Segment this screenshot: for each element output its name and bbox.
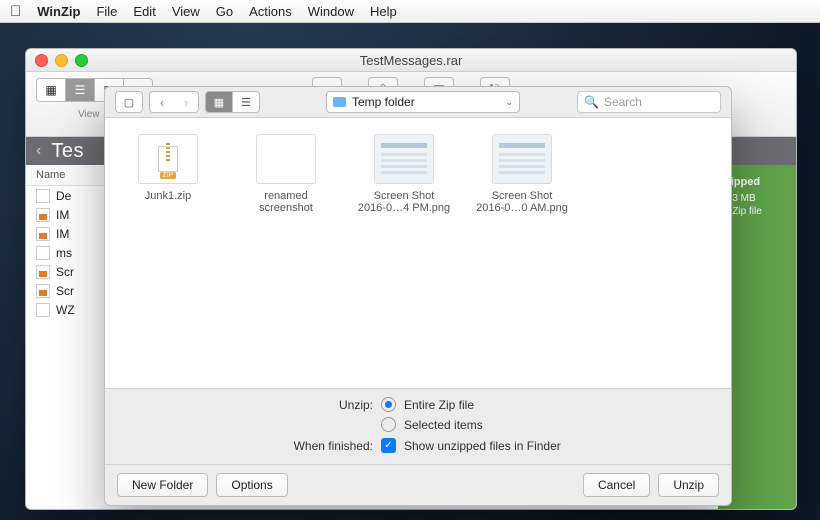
file-item[interactable]: Junk1.zip bbox=[113, 134, 223, 202]
menu-help[interactable]: Help bbox=[370, 4, 397, 19]
new-folder-button[interactable]: New Folder bbox=[117, 473, 208, 497]
radio-entire-zip-label: Entire Zip file bbox=[404, 398, 474, 412]
titlebar: TestMessages.rar bbox=[26, 49, 796, 72]
menu-go[interactable]: Go bbox=[216, 4, 233, 19]
sidebar-size: 3.3 MB bbox=[724, 192, 790, 206]
apple-menu-icon[interactable]:  bbox=[10, 4, 21, 19]
view-icon-2[interactable]: ☰ bbox=[66, 79, 95, 101]
file-item[interactable]: Screen Shot2016-0…0 AM.png bbox=[467, 134, 577, 214]
view-switch[interactable]: ▦ ☰ bbox=[205, 91, 260, 113]
window-title: TestMessages.rar bbox=[26, 53, 796, 68]
image-icon bbox=[36, 265, 50, 279]
checkbox-show-in-finder[interactable]: ✓ bbox=[381, 438, 396, 453]
unzip-sheet: ▢ ‹ › ▦ ☰ Temp folder ⌄ 🔍 Search Junk1.z… bbox=[104, 86, 732, 506]
screenshot-icon bbox=[492, 134, 552, 184]
path-popup[interactable]: Temp folder ⌄ bbox=[326, 91, 520, 113]
unzip-scope-label: Unzip: bbox=[121, 398, 373, 412]
file-icon bbox=[256, 134, 316, 184]
sheet-toolbar: ▢ ‹ › ▦ ☰ Temp folder ⌄ 🔍 Search bbox=[105, 87, 731, 118]
zip-file-icon bbox=[138, 134, 198, 184]
search-placeholder: Search bbox=[604, 95, 642, 109]
breadcrumb: Tes bbox=[51, 140, 84, 163]
menu-window[interactable]: Window bbox=[308, 4, 354, 19]
when-finished-label: When finished: bbox=[121, 439, 373, 453]
file-item[interactable]: renamedscreenshot bbox=[231, 134, 341, 214]
back-chevron-icon[interactable]: ‹ bbox=[36, 142, 41, 160]
search-input[interactable]: 🔍 Search bbox=[577, 91, 721, 113]
file-browser[interactable]: Junk1.zip renamedscreenshot Screen Shot2… bbox=[105, 118, 731, 389]
mac-menubar:  WinZip File Edit View Go Actions Windo… bbox=[0, 0, 820, 23]
forward-icon[interactable]: › bbox=[174, 92, 198, 112]
radio-selected-items[interactable] bbox=[381, 417, 396, 432]
cancel-button[interactable]: Cancel bbox=[583, 473, 650, 497]
chevron-updown-icon: ⌄ bbox=[505, 97, 513, 108]
view-icon-1[interactable]: ▦ bbox=[37, 79, 66, 101]
radio-entire-zip[interactable] bbox=[381, 397, 396, 412]
image-icon bbox=[36, 227, 50, 241]
back-icon[interactable]: ‹ bbox=[150, 92, 174, 112]
list-view-icon[interactable]: ☰ bbox=[233, 92, 259, 112]
app-menu[interactable]: WinZip bbox=[37, 4, 80, 19]
doc-icon bbox=[36, 189, 50, 203]
menu-file[interactable]: File bbox=[96, 4, 117, 19]
unzip-options: Unzip: Entire Zip file Selected items Wh… bbox=[105, 389, 731, 464]
screenshot-icon bbox=[374, 134, 434, 184]
nav-buttons[interactable]: ‹ › bbox=[149, 91, 199, 113]
checkbox-show-in-finder-label: Show unzipped files in Finder bbox=[404, 439, 561, 453]
sidebar-count: 1 Zip file bbox=[724, 205, 790, 219]
radio-selected-items-label: Selected items bbox=[404, 418, 483, 432]
sidebar-title: Zipped bbox=[724, 175, 790, 190]
folder-icon bbox=[333, 97, 346, 107]
icon-view-icon[interactable]: ▦ bbox=[206, 92, 233, 112]
doc-icon bbox=[36, 303, 50, 317]
unzip-confirm-button[interactable]: Unzip bbox=[658, 473, 719, 497]
path-label: Temp folder bbox=[352, 95, 415, 109]
sheet-button-bar: New Folder Options Cancel Unzip bbox=[105, 464, 731, 505]
file-item[interactable]: Screen Shot2016-0…4 PM.png bbox=[349, 134, 459, 214]
sidebar-toggle[interactable]: ▢ bbox=[115, 91, 143, 113]
options-button[interactable]: Options bbox=[216, 473, 287, 497]
image-icon bbox=[36, 284, 50, 298]
search-icon: 🔍 bbox=[584, 95, 599, 109]
menu-view[interactable]: View bbox=[172, 4, 200, 19]
view-section-label: View bbox=[78, 109, 100, 120]
sidebar-toggle-icon: ▢ bbox=[116, 92, 142, 112]
text-icon bbox=[36, 246, 50, 260]
menu-actions[interactable]: Actions bbox=[249, 4, 292, 19]
image-icon bbox=[36, 208, 50, 222]
menu-edit[interactable]: Edit bbox=[133, 4, 155, 19]
